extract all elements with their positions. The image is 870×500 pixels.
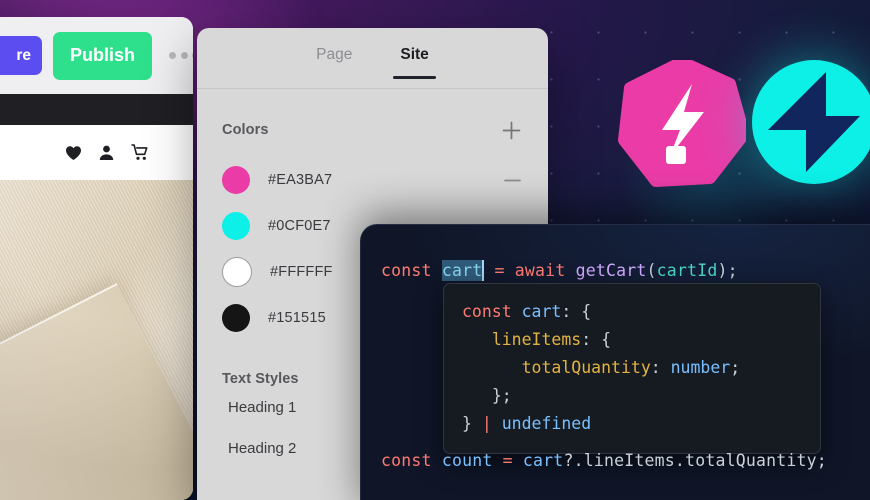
tooltip-token-open-brace: : {	[561, 302, 592, 321]
color-hex-label: #EA3BA7	[268, 172, 333, 188]
screenshot-stage: re Publish Page Site Colors #EA3BA7 #0CF…	[0, 0, 870, 500]
tooltip-line-5: } | undefined	[462, 410, 802, 438]
tooltip-token-lineitems: lineItems	[491, 330, 582, 349]
token-optional-chain: ?.lineItems.totalQuantity;	[563, 451, 827, 470]
tooltip-token-number: number	[670, 358, 731, 377]
token-semicolon: ;	[727, 261, 738, 280]
tooltip-token-close-brace-2: }	[462, 414, 472, 433]
tooltip-token-const: const	[462, 302, 512, 321]
tooltip-line-3: totalQuantity: number;	[462, 354, 802, 382]
kebab-dot-icon	[192, 52, 193, 59]
kebab-dot-icon	[169, 52, 177, 59]
tooltip-token-semicolon: ;	[730, 358, 741, 377]
code-editor: const cart = await getCart(cartId); cons…	[360, 224, 870, 500]
tooltip-token-totalquantity: totalQuantity	[521, 358, 651, 377]
tooltip-token-undefined: undefined	[501, 414, 592, 433]
code-line-2[interactable]: const count = cart?.lineItems.totalQuant…	[381, 451, 827, 470]
bolt-heptagon-logo	[618, 56, 750, 188]
color-dot[interactable]	[222, 304, 250, 332]
panel-tabs: Page Site	[197, 28, 548, 89]
preview-toolbar: re Publish	[0, 17, 193, 94]
tab-site[interactable]: Site	[393, 38, 437, 79]
add-color-button[interactable]	[500, 119, 522, 141]
site-header	[0, 125, 193, 180]
code-line-1[interactable]: const cart = await getCart(cartId);	[381, 260, 738, 281]
share-button[interactable]: re	[0, 36, 42, 75]
token-const-2: const	[381, 451, 432, 470]
token-close-paren: )	[717, 261, 728, 280]
kebab-dot-icon	[180, 52, 188, 59]
token-open-paren: (	[646, 261, 657, 280]
tooltip-token-open-brace-2: : {	[581, 330, 612, 349]
tooltip-line-1: const cart: {	[462, 298, 802, 326]
token-const: const	[381, 261, 432, 280]
color-dot[interactable]	[222, 166, 250, 194]
tooltip-line-4: };	[462, 382, 802, 410]
colors-section-header: Colors	[197, 89, 548, 141]
site-nav-bar	[0, 94, 193, 125]
cart-icon[interactable]	[131, 144, 149, 161]
token-getcart: getCart	[575, 261, 647, 280]
token-count: count	[441, 451, 493, 470]
site-preview-window: re Publish	[0, 17, 193, 500]
publish-button[interactable]: Publish	[53, 31, 153, 80]
token-equals-2: =	[502, 451, 513, 470]
token-cartid: cartId	[656, 261, 718, 280]
product-photo	[0, 180, 193, 500]
remove-color-button[interactable]	[501, 169, 523, 191]
token-equals: =	[494, 261, 505, 280]
colors-section-title: Colors	[222, 122, 269, 138]
tab-page[interactable]: Page	[314, 38, 354, 78]
tooltip-token-close-brace: };	[491, 386, 512, 405]
account-icon[interactable]	[98, 144, 115, 161]
token-cart-2: cart	[522, 451, 564, 470]
logo-group	[600, 56, 870, 196]
tooltip-line-2: lineItems: {	[462, 326, 802, 354]
tooltip-token-cart: cart	[521, 302, 562, 321]
bolt-circle-logo	[748, 56, 870, 188]
photo-shading	[0, 180, 193, 500]
token-await: await	[514, 261, 566, 280]
color-dot[interactable]	[222, 212, 250, 240]
tooltip-token-union-pipe: |	[481, 414, 492, 433]
heart-icon[interactable]	[65, 145, 82, 161]
color-dot[interactable]	[222, 257, 252, 287]
type-hint-tooltip: const cart: { lineItems: { totalQuantity…	[443, 283, 821, 454]
tooltip-token-colon: :	[650, 358, 671, 377]
more-options-button[interactable]	[163, 52, 193, 59]
color-swatch-row[interactable]: #EA3BA7	[222, 157, 523, 203]
selected-token-cart[interactable]: cart	[441, 260, 485, 281]
